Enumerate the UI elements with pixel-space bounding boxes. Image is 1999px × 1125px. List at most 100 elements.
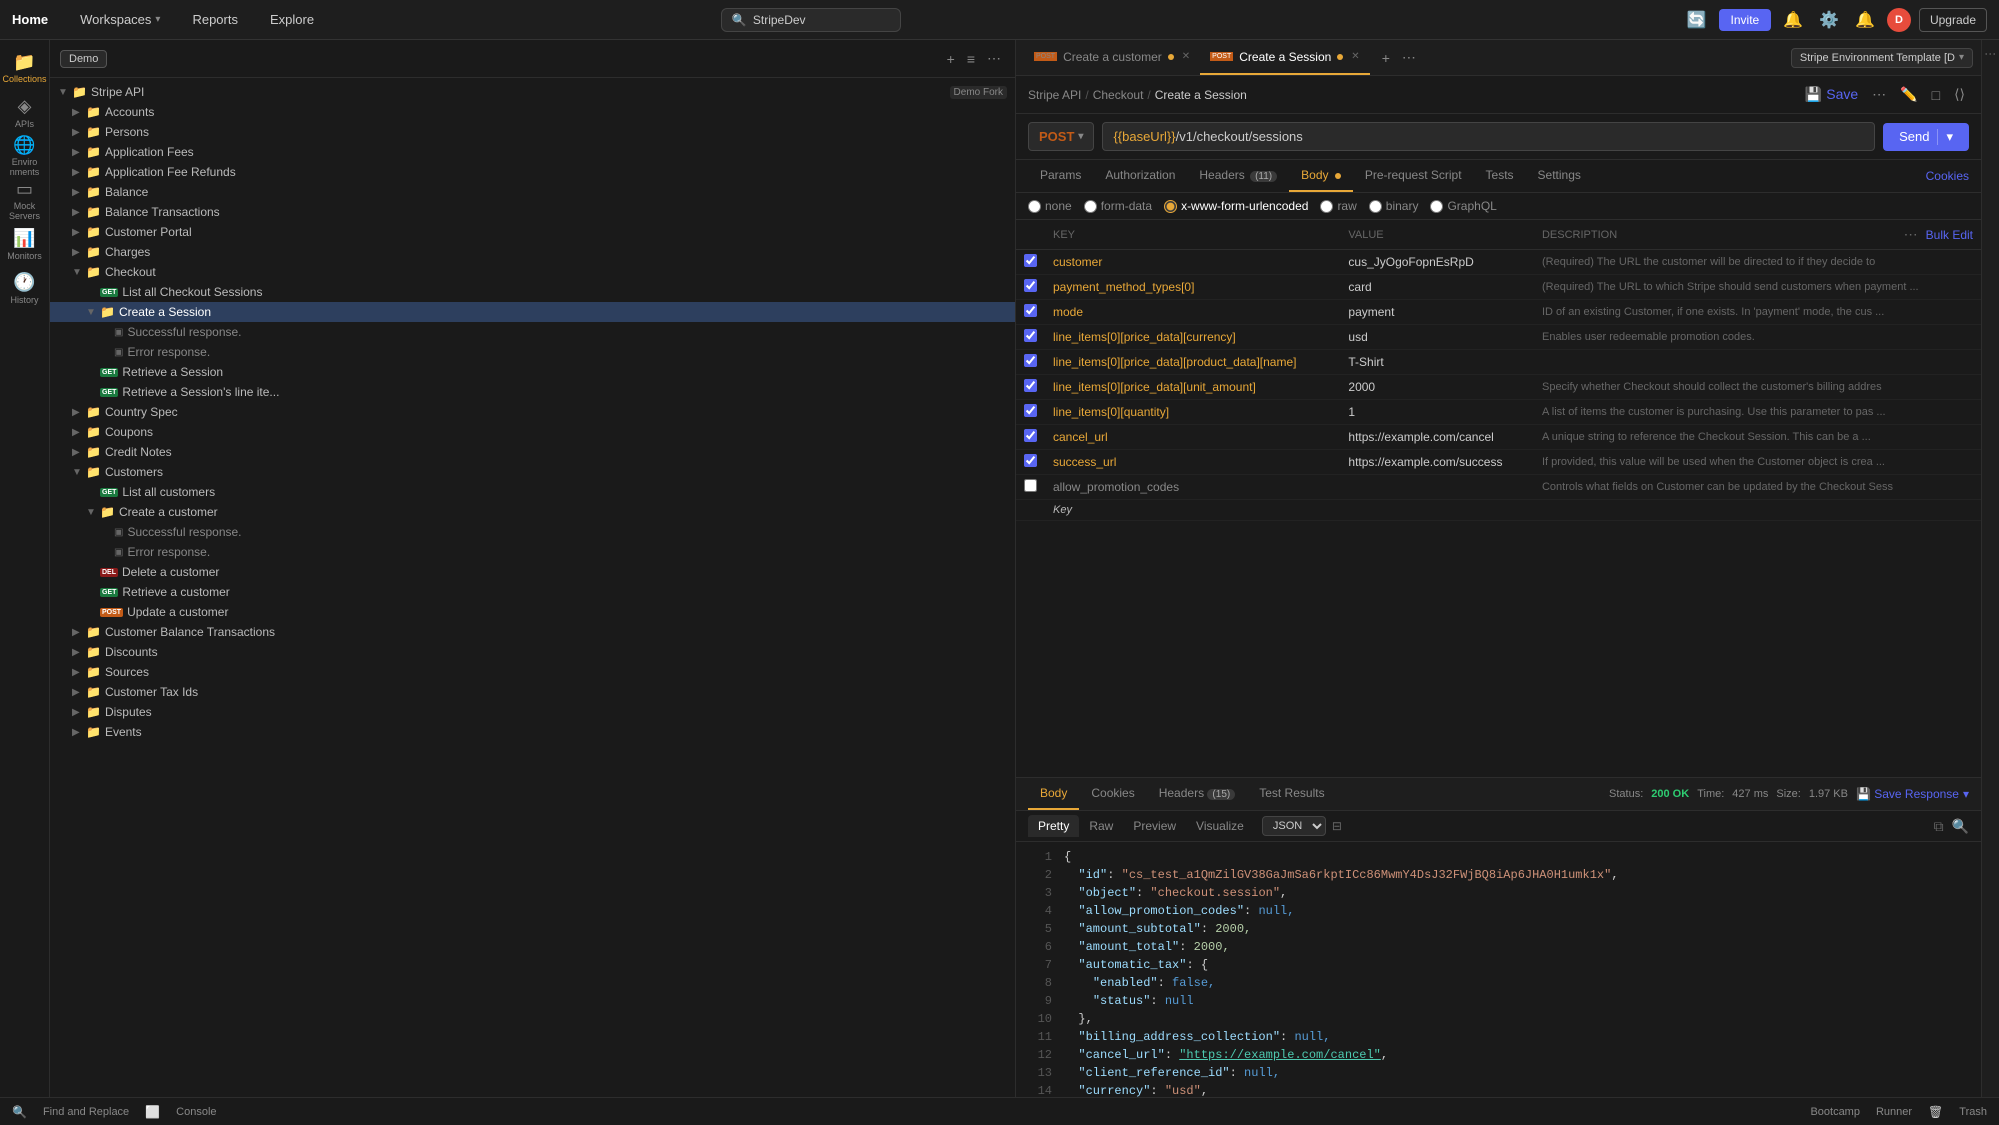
radio-graphql[interactable]: GraphQL: [1430, 199, 1496, 213]
upgrade-button[interactable]: Upgrade: [1919, 8, 1987, 32]
tree-item[interactable]: ▶📁Credit Notes: [50, 442, 1015, 462]
row-checkbox[interactable]: [1024, 379, 1037, 392]
json-format-select[interactable]: JSON: [1262, 816, 1326, 836]
filter-icon[interactable]: ⊟: [1332, 819, 1342, 833]
fmt-tab-preview[interactable]: Preview: [1123, 815, 1186, 837]
radio-form-data[interactable]: form-data: [1084, 199, 1152, 213]
row-checkbox[interactable]: [1024, 454, 1037, 467]
tree-item[interactable]: GETRetrieve a Session: [50, 362, 1015, 382]
tree-item[interactable]: ▶📁Country Spec: [50, 402, 1015, 422]
tree-item[interactable]: ▶📁Application Fee Refunds: [50, 162, 1015, 182]
tree-item[interactable]: ▼📁Create a customer: [50, 502, 1015, 522]
row-value[interactable]: 2000: [1340, 375, 1534, 400]
env-selector[interactable]: Stripe Environment Template [D ▾: [1791, 48, 1973, 68]
radio-x-www[interactable]: x-www-form-urlencoded: [1164, 199, 1308, 213]
sidebar-item-environments[interactable]: 🌐 Environments: [5, 136, 45, 176]
tree-item[interactable]: ▶📁Persons: [50, 122, 1015, 142]
collection-options-button[interactable]: ≡: [963, 48, 979, 69]
row-checkbox[interactable]: [1024, 279, 1037, 292]
row-checkbox[interactable]: [1024, 354, 1037, 367]
sidebar-item-mock-servers[interactable]: ▭ MockServers: [5, 180, 45, 220]
console-button[interactable]: Console: [176, 1106, 216, 1118]
fullscreen-button[interactable]: ⟨⟩: [1950, 84, 1969, 105]
sidebar-item-history[interactable]: 🕐 History: [5, 268, 45, 308]
tree-item[interactable]: ▶📁Disputes: [50, 702, 1015, 722]
bulk-edit-button[interactable]: Bulk Edit: [1926, 228, 1973, 242]
search-resp-icon[interactable]: 🔍: [1952, 818, 1969, 835]
workspaces-nav[interactable]: Workspaces ▾: [72, 8, 168, 31]
tree-item[interactable]: GETRetrieve a customer: [50, 582, 1015, 602]
send-arrow[interactable]: ▾: [1937, 129, 1953, 145]
row-value[interactable]: payment: [1340, 300, 1534, 325]
notification-icon[interactable]: 🔔: [1779, 6, 1807, 34]
new-tab-button[interactable]: +: [1378, 47, 1394, 68]
tab-create-session[interactable]: POST Create a Session ✕: [1200, 40, 1370, 75]
tree-item[interactable]: ▶📁Balance: [50, 182, 1015, 202]
tree-item[interactable]: ▶📁Customer Portal: [50, 222, 1015, 242]
req-tab-authorization[interactable]: Authorization: [1093, 160, 1187, 192]
row-checkbox[interactable]: [1024, 479, 1037, 492]
tree-item[interactable]: ▶📁Charges: [50, 242, 1015, 262]
tree-item[interactable]: ▣Successful response.: [50, 322, 1015, 342]
reports-nav[interactable]: Reports: [184, 8, 246, 31]
edit-button[interactable]: ✏️: [1896, 84, 1921, 105]
cookies-link[interactable]: Cookies: [1926, 169, 1969, 183]
runner-button[interactable]: Runner: [1876, 1105, 1912, 1119]
url-bar[interactable]: {{baseUrl}} /v1/checkout/sessions: [1102, 122, 1875, 151]
row-value[interactable]: [1340, 475, 1534, 500]
row-key[interactable]: cancel_url: [1045, 425, 1340, 450]
row-key[interactable]: line_items[0][price_data][product_data][…: [1045, 350, 1340, 375]
home-link[interactable]: Home: [12, 12, 48, 27]
fmt-tab-raw[interactable]: Raw: [1079, 815, 1123, 837]
sync-icon[interactable]: 🔄: [1683, 6, 1711, 34]
resp-tab-cookies[interactable]: Cookies: [1079, 778, 1146, 810]
tree-item[interactable]: ▼📁Stripe APIDemo Fork: [50, 82, 1015, 102]
row-key[interactable]: success_url: [1045, 450, 1340, 475]
new-collection-button[interactable]: +: [943, 48, 959, 69]
tree-item[interactable]: GETList all Checkout Sessions: [50, 282, 1015, 302]
tree-item[interactable]: ▶📁Customer Tax Ids: [50, 682, 1015, 702]
row-value[interactable]: T-Shirt: [1340, 350, 1534, 375]
row-checkbox[interactable]: [1024, 329, 1037, 342]
req-tab-tests[interactable]: Tests: [1474, 160, 1526, 192]
bell-icon[interactable]: 🔔: [1851, 6, 1879, 34]
row-value[interactable]: usd: [1340, 325, 1534, 350]
breadcrumb-stripe-api[interactable]: Stripe API: [1028, 88, 1081, 102]
trash-button[interactable]: Trash: [1959, 1105, 1987, 1119]
settings-icon[interactable]: ⚙️: [1815, 6, 1843, 34]
more-tabs-button[interactable]: ⋯: [1398, 47, 1420, 68]
right-edge-icon[interactable]: ⋮: [1984, 48, 1998, 60]
tree-item[interactable]: ▣Successful response.: [50, 522, 1015, 542]
breadcrumb-more[interactable]: ⋯: [1868, 84, 1890, 105]
tree-item[interactable]: ▶📁Events: [50, 722, 1015, 742]
row-value[interactable]: https://example.com/success: [1340, 450, 1534, 475]
sidebar-item-monitors[interactable]: 📊 Monitors: [5, 224, 45, 264]
tab-close[interactable]: ✕: [1182, 51, 1190, 62]
copy-icon[interactable]: ⧉: [1934, 818, 1944, 835]
send-button[interactable]: Send ▾: [1883, 123, 1969, 151]
row-checkbox[interactable]: [1024, 429, 1037, 442]
req-tab-params[interactable]: Params: [1028, 160, 1093, 192]
tree-item[interactable]: ▼📁Checkout: [50, 262, 1015, 282]
tab-create-customer[interactable]: POST Create a customer ✕: [1024, 40, 1200, 75]
row-key[interactable]: payment_method_types[0]: [1045, 275, 1340, 300]
resp-tab-test-results[interactable]: Test Results: [1247, 778, 1336, 810]
fmt-tab-visualize[interactable]: Visualize: [1186, 815, 1254, 837]
req-tab-pre-request[interactable]: Pre-request Script: [1353, 160, 1474, 192]
more-icon[interactable]: ⋯: [1904, 226, 1918, 243]
tree-item[interactable]: ▣Error response.: [50, 342, 1015, 362]
row-value[interactable]: card: [1340, 275, 1534, 300]
tree-item[interactable]: GETList all customers: [50, 482, 1015, 502]
row-key[interactable]: line_items[0][quantity]: [1045, 400, 1340, 425]
tree-item[interactable]: ▼📁Create a Session: [50, 302, 1015, 322]
tree-item[interactable]: ▶📁Sources: [50, 662, 1015, 682]
row-key[interactable]: allow_promotion_codes: [1045, 475, 1340, 500]
radio-binary[interactable]: binary: [1369, 199, 1419, 213]
tree-item[interactable]: ▣Error response.: [50, 542, 1015, 562]
row-checkbox[interactable]: [1024, 404, 1037, 417]
row-checkbox[interactable]: [1024, 254, 1037, 267]
demo-badge[interactable]: Demo: [60, 50, 107, 68]
find-replace-button[interactable]: Find and Replace: [43, 1106, 129, 1118]
save-response-button[interactable]: 💾 Save Response ▾: [1856, 787, 1969, 801]
tree-item[interactable]: ▶📁Application Fees: [50, 142, 1015, 162]
